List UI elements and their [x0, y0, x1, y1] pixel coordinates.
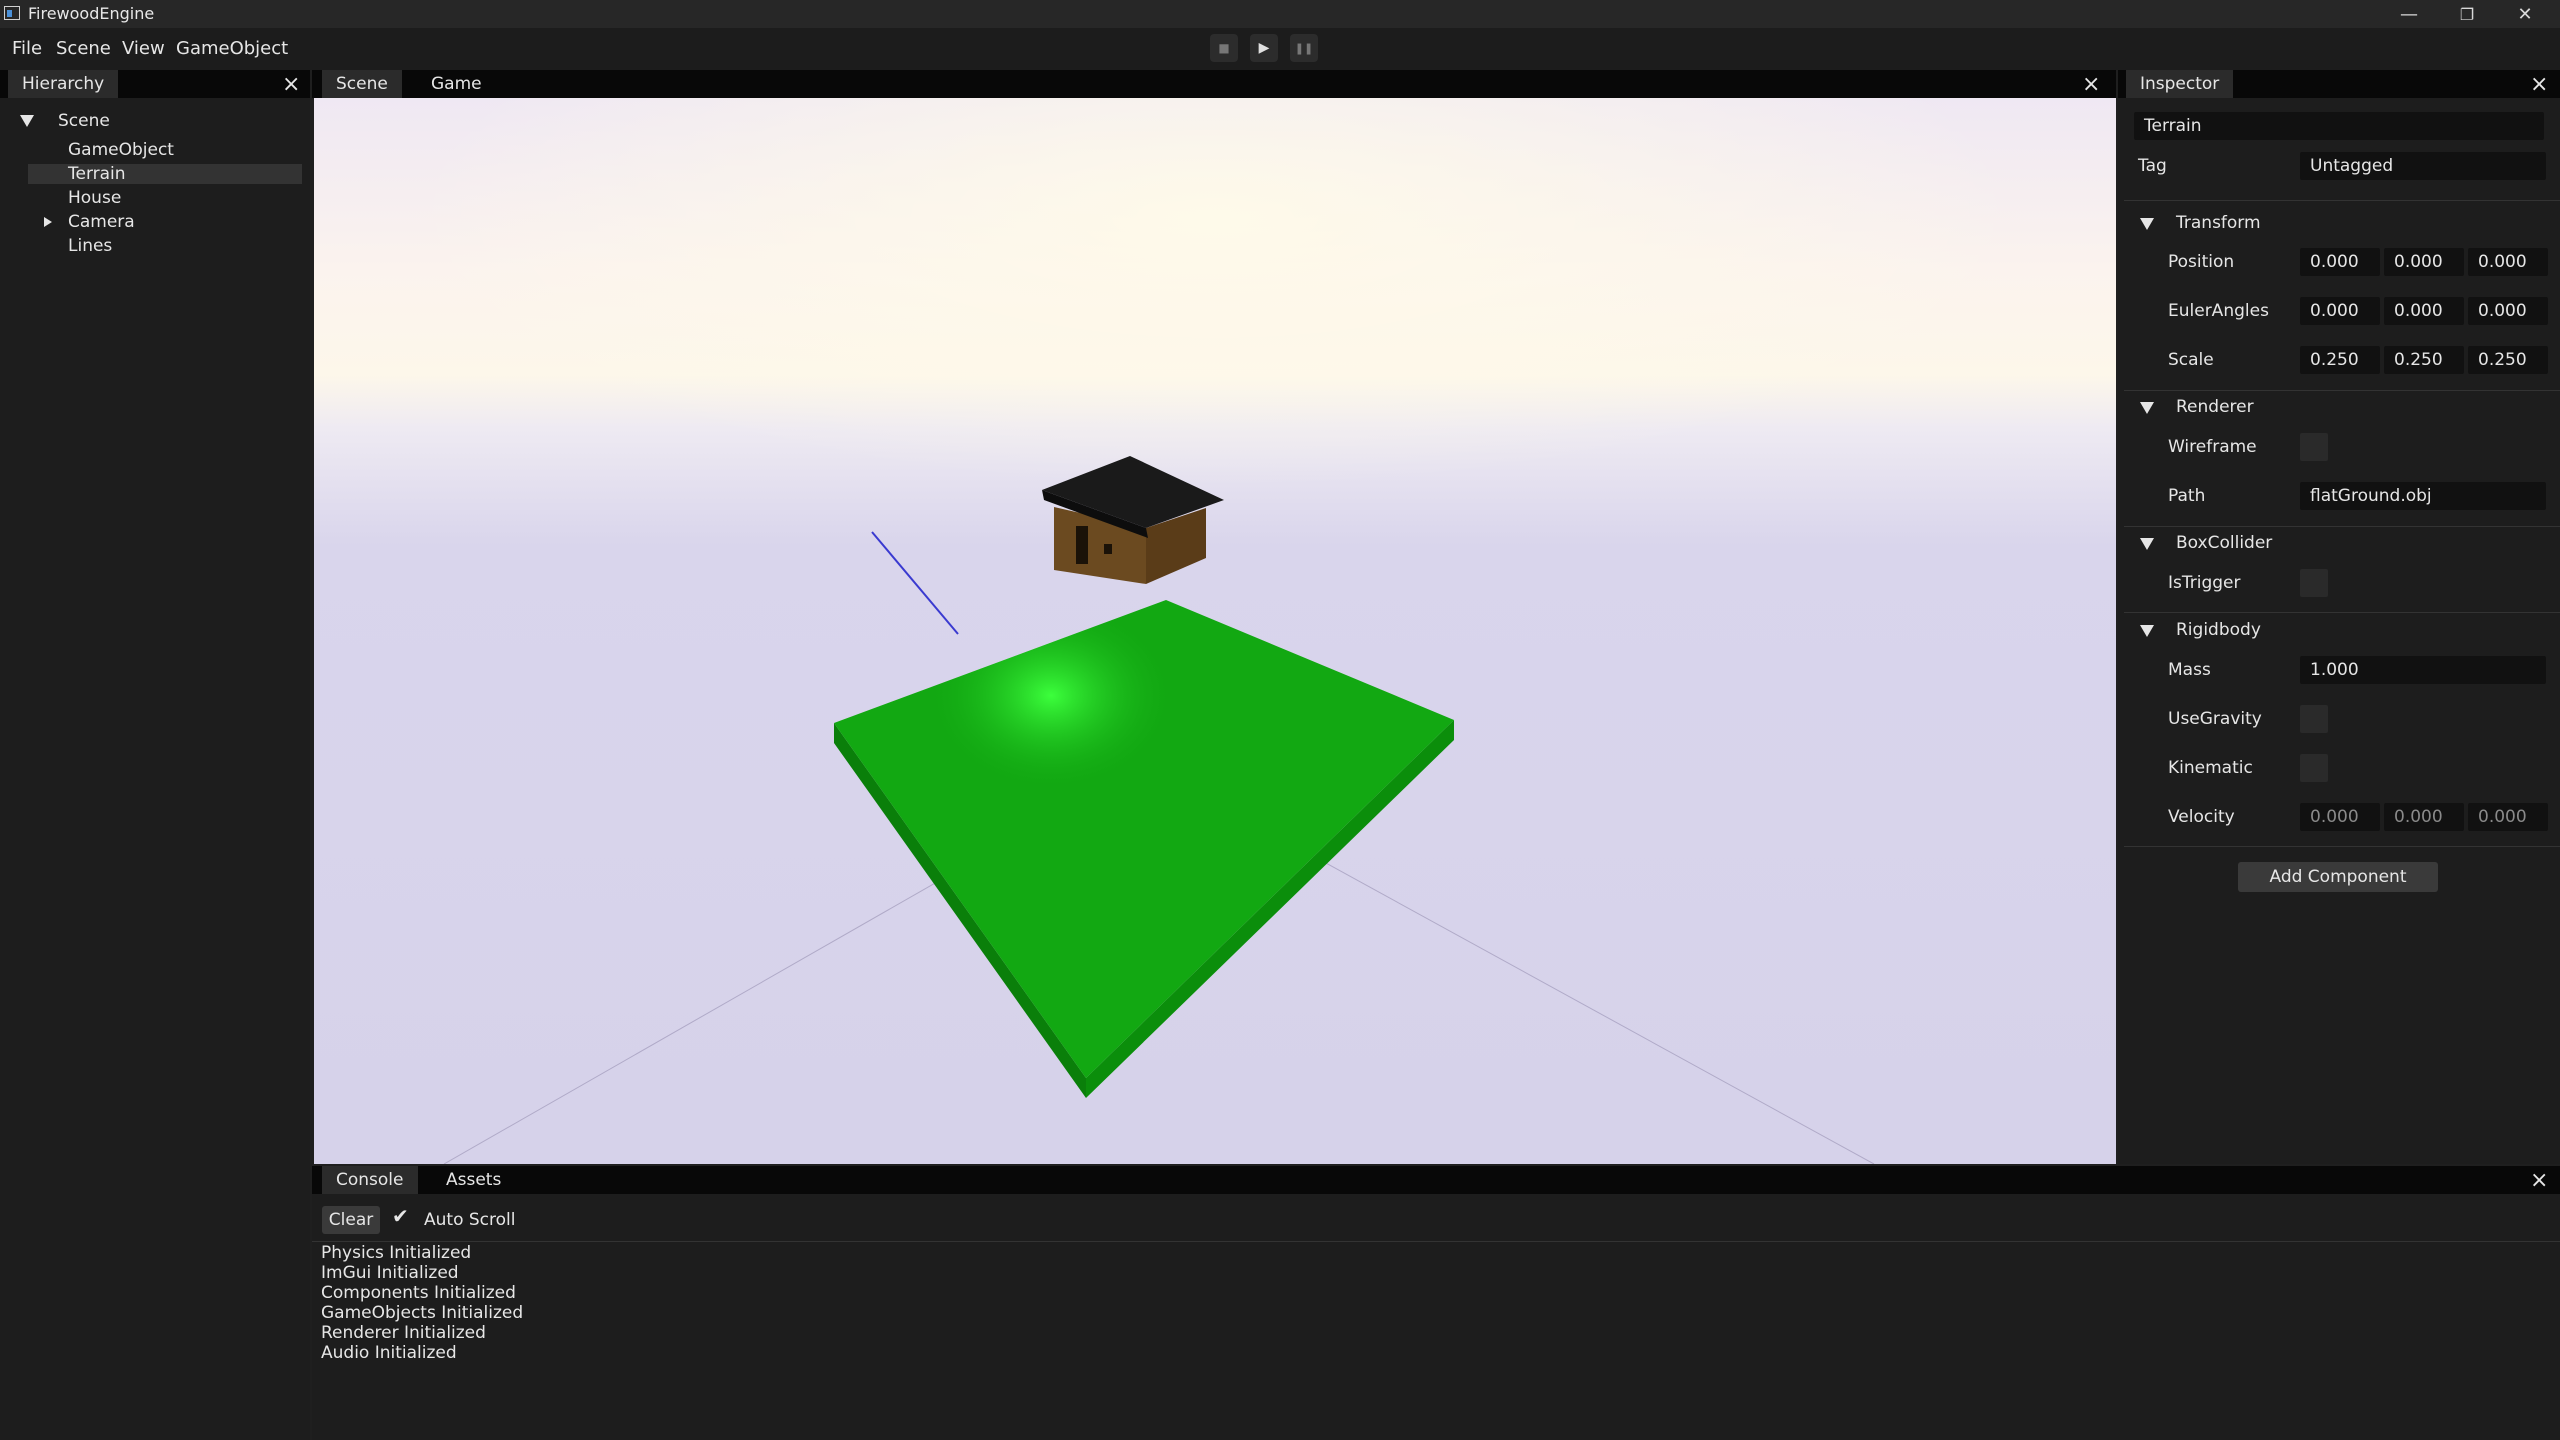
hierarchy-item-house[interactable]: House — [68, 188, 121, 208]
collapse-triangle-icon[interactable] — [20, 115, 34, 127]
log-line: Physics Initialized — [321, 1243, 472, 1263]
scale-label: Scale — [2168, 350, 2214, 370]
inspector-panel — [2118, 70, 2560, 1164]
menu-view[interactable]: View — [122, 38, 165, 59]
collapse-triangle-icon[interactable] — [2140, 538, 2154, 550]
rigidbody-header[interactable]: Rigidbody — [2176, 620, 2261, 640]
euler-label: EulerAngles — [2168, 301, 2269, 321]
console-tab-bar: Console Assets × — [312, 1166, 2560, 1194]
viewport-tab-bar: Scene Game × — [312, 70, 2116, 98]
close-icon[interactable]: × — [282, 72, 300, 97]
path-field[interactable]: flatGround.obj — [2300, 482, 2546, 510]
boxcollider-header[interactable]: BoxCollider — [2176, 533, 2272, 553]
transform-header[interactable]: Transform — [2176, 213, 2261, 233]
object-name-field[interactable]: Terrain — [2134, 112, 2544, 140]
app-icon — [4, 6, 20, 20]
minimize-button[interactable]: — — [2380, 0, 2438, 28]
scale-z-field[interactable]: 0.250 — [2468, 346, 2548, 374]
hierarchy-panel — [0, 70, 310, 1440]
menu-file[interactable]: File — [12, 38, 42, 59]
collapse-triangle-icon[interactable] — [2140, 402, 2154, 414]
kinematic-label: Kinematic — [2168, 758, 2253, 778]
scene-viewport[interactable] — [314, 98, 2116, 1164]
tag-label: Tag — [2138, 156, 2167, 176]
hierarchy-item-gameobject[interactable]: GameObject — [68, 140, 174, 160]
scale-y-field[interactable]: 0.250 — [2384, 346, 2464, 374]
log-line: Components Initialized — [321, 1283, 516, 1303]
pause-button[interactable]: ❚❚ — [1290, 34, 1318, 62]
hierarchy-item-camera[interactable]: Camera — [68, 212, 135, 232]
kinematic-checkbox[interactable] — [2300, 754, 2328, 782]
console-panel — [312, 1166, 2560, 1440]
collapse-triangle-icon[interactable] — [2140, 218, 2154, 230]
mass-field[interactable]: 1.000 — [2300, 656, 2546, 684]
velocity-x-field: 0.000 — [2300, 803, 2380, 831]
inspector-tab-bar: Inspector × — [2118, 70, 2560, 98]
separator — [2124, 390, 2560, 391]
restore-button[interactable]: ❐ — [2438, 0, 2496, 28]
position-y-field[interactable]: 0.000 — [2384, 248, 2464, 276]
tab-game[interactable]: Game — [417, 70, 496, 98]
velocity-y-field: 0.000 — [2384, 803, 2464, 831]
scene-render — [314, 98, 2116, 1164]
hierarchy-tab-bar: Hierarchy × — [0, 70, 310, 98]
log-line: Renderer Initialized — [321, 1323, 486, 1343]
log-line: GameObjects Initialized — [321, 1303, 524, 1323]
wireframe-label: Wireframe — [2168, 437, 2257, 457]
velocity-z-field: 0.000 — [2468, 803, 2548, 831]
title-bar — [0, 0, 2560, 28]
close-icon[interactable]: × — [2082, 72, 2100, 97]
tab-scene[interactable]: Scene — [322, 70, 402, 98]
menu-bar — [0, 28, 2560, 70]
separator — [2124, 846, 2560, 847]
tag-dropdown[interactable]: Untagged — [2300, 152, 2546, 180]
play-button[interactable]: ▶ — [1250, 34, 1278, 62]
usegravity-label: UseGravity — [2168, 709, 2262, 729]
position-z-field[interactable]: 0.000 — [2468, 248, 2548, 276]
tab-inspector[interactable]: Inspector — [2126, 70, 2234, 98]
stop-button[interactable]: ■ — [1210, 34, 1238, 62]
path-label: Path — [2168, 486, 2206, 506]
tab-console[interactable]: Console — [322, 1166, 418, 1194]
separator — [312, 1241, 2560, 1242]
euler-y-field[interactable]: 0.000 — [2384, 297, 2464, 325]
tab-assets[interactable]: Assets — [432, 1166, 515, 1194]
close-window-button[interactable]: ✕ — [2496, 0, 2554, 28]
tab-hierarchy[interactable]: Hierarchy — [8, 70, 119, 98]
hierarchy-item-terrain[interactable]: Terrain — [68, 164, 126, 184]
mass-label: Mass — [2168, 660, 2211, 680]
menu-gameobject[interactable]: GameObject — [176, 38, 288, 59]
hierarchy-item-lines[interactable]: Lines — [68, 236, 112, 256]
istrigger-checkbox[interactable] — [2300, 569, 2328, 597]
window-title: FirewoodEngine — [28, 4, 155, 23]
velocity-label: Velocity — [2168, 807, 2235, 827]
position-x-field[interactable]: 0.000 — [2300, 248, 2380, 276]
istrigger-label: IsTrigger — [2168, 573, 2241, 593]
euler-x-field[interactable]: 0.000 — [2300, 297, 2380, 325]
log-line: Audio Initialized — [321, 1343, 457, 1363]
add-component-button[interactable]: Add Component — [2238, 862, 2438, 892]
separator — [2124, 612, 2560, 613]
position-label: Position — [2168, 252, 2235, 272]
separator — [2124, 200, 2560, 201]
log-line: ImGui Initialized — [321, 1263, 459, 1283]
wireframe-checkbox[interactable] — [2300, 433, 2328, 461]
renderer-header[interactable]: Renderer — [2176, 397, 2254, 417]
clear-button[interactable]: Clear — [322, 1206, 380, 1234]
menu-scene[interactable]: Scene — [56, 38, 111, 59]
hierarchy-root-scene[interactable]: Scene — [58, 111, 110, 131]
close-icon[interactable]: × — [2530, 1168, 2548, 1193]
close-icon[interactable]: × — [2530, 72, 2548, 97]
autoscroll-label[interactable]: Auto Scroll — [424, 1210, 515, 1230]
collapse-triangle-icon[interactable] — [2140, 625, 2154, 637]
euler-z-field[interactable]: 0.000 — [2468, 297, 2548, 325]
separator — [2124, 526, 2560, 527]
checkmark-icon[interactable]: ✔ — [392, 1204, 409, 1228]
expand-triangle-icon[interactable] — [44, 217, 52, 227]
usegravity-checkbox[interactable] — [2300, 705, 2328, 733]
scale-x-field[interactable]: 0.250 — [2300, 346, 2380, 374]
